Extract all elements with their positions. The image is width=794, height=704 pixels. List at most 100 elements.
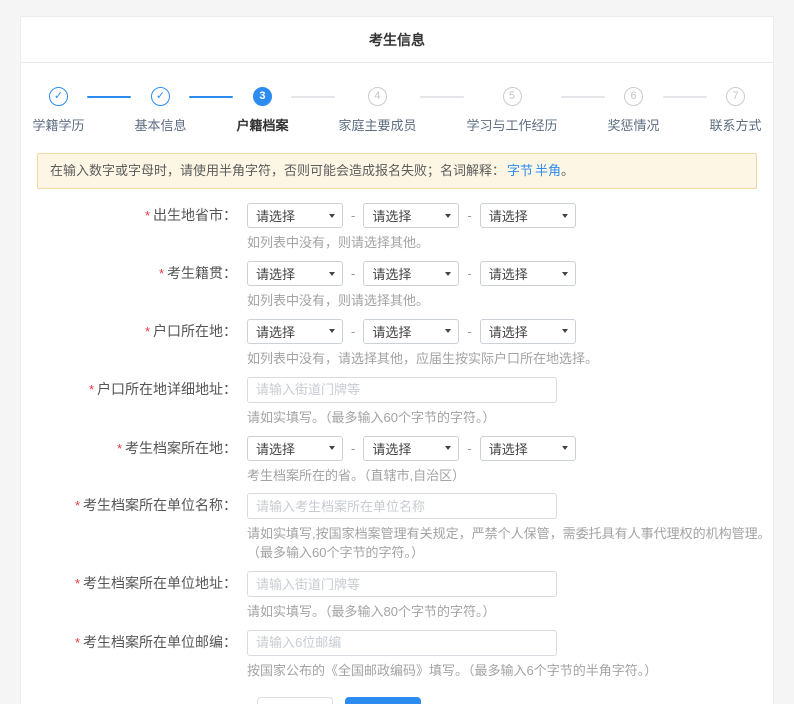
native-district-select[interactable]: 请选择 xyxy=(480,261,576,286)
field-label: 户口所在地： xyxy=(153,323,237,339)
step-label: 家庭主要成员 xyxy=(338,115,416,134)
step-number: 7 xyxy=(726,87,745,106)
field-help: 请如实填写。（最多输入80个字节的字符。） xyxy=(247,603,557,622)
step-number: 6 xyxy=(624,87,643,106)
field-help: 如列表中没有，请选择其他，应届生按实际户口所在地选择。 xyxy=(247,350,598,369)
step-number: 3 xyxy=(253,87,272,106)
form-row-household-location: *户口所在地： 请选择 - 请选择 - 请选择 如列表中没有，请选择其他，应届生… xyxy=(21,319,773,369)
check-icon: ✓ xyxy=(151,87,170,106)
field-label: 考生档案所在单位邮编： xyxy=(83,634,237,650)
chevron-down-icon xyxy=(329,214,335,218)
chevron-down-icon xyxy=(445,214,451,218)
step-student-status: ✓ 学籍学历 xyxy=(29,87,87,134)
chevron-down-icon xyxy=(562,446,568,450)
field-label: 考生籍贯： xyxy=(167,265,237,281)
select-separator: - xyxy=(467,266,471,281)
step-label: 联系方式 xyxy=(710,115,762,134)
required-marker: * xyxy=(117,441,122,456)
archive-province-select[interactable]: 请选择 xyxy=(247,436,343,461)
archive-unit-postcode-input[interactable] xyxy=(247,630,557,656)
select-separator: - xyxy=(351,441,355,456)
notice-period: 。 xyxy=(561,163,574,178)
household-city-select[interactable]: 请选择 xyxy=(363,319,459,344)
archive-unit-address-input[interactable] xyxy=(247,571,557,597)
step-family-members: 4 家庭主要成员 xyxy=(335,87,419,134)
field-label: 考生档案所在地： xyxy=(125,440,237,456)
chevron-down-icon xyxy=(445,329,451,333)
step-wizard: ✓ 学籍学历 ✓ 基本信息 3 户籍档案 4 家庭主要成员 5 学习与工作经历 … xyxy=(21,87,773,134)
household-archive-form: *出生地省市： 请选择 - 请选择 - 请选择 如列表中没有，则请选择其他。 *… xyxy=(21,203,773,704)
step-label: 学籍学历 xyxy=(32,115,84,134)
page-title: 考生信息 xyxy=(21,17,773,63)
field-label: 出生地省市： xyxy=(153,207,237,223)
step-contact-info: 7 联系方式 xyxy=(707,87,765,134)
examinee-info-panel: 考生信息 ✓ 学籍学历 ✓ 基本信息 3 户籍档案 4 家庭主要成员 5 学习与… xyxy=(20,16,774,704)
step-label: 奖惩情况 xyxy=(608,115,660,134)
field-help: 如列表中没有，则请选择其他。 xyxy=(247,234,576,253)
field-help: 请如实填写。（最多输入60个字节的字符。） xyxy=(247,409,557,428)
field-help: 请如实填写,按国家档案管理有关规定，严禁个人保管，需委托具有人事代理权的机构管理… xyxy=(247,525,773,563)
form-row-archive-unit-postcode: *考生档案所在单位邮编： 按国家公布的《全国邮政编码》填写。（最多输入6个字节的… xyxy=(21,630,773,681)
birthplace-province-select[interactable]: 请选择 xyxy=(247,203,343,228)
field-label: 考生档案所在单位地址： xyxy=(83,575,237,591)
field-label: 户口所在地详细地址： xyxy=(97,381,237,397)
form-actions: 上一步 下一步 xyxy=(257,697,773,704)
form-row-native-place: *考生籍贯： 请选择 - 请选择 - 请选择 如列表中没有，则请选择其他。 xyxy=(21,261,773,311)
field-label: 考生档案所在单位名称： xyxy=(83,497,237,513)
step-label: 学习与工作经历 xyxy=(467,115,558,134)
link-halfwidth[interactable]: 半角 xyxy=(535,163,561,178)
step-label: 基本信息 xyxy=(134,115,186,134)
step-number: 5 xyxy=(503,87,522,106)
select-separator: - xyxy=(351,324,355,339)
step-connector xyxy=(663,96,707,98)
notice-text: 在输入数字或字母时，请使用半角字符，否则可能会造成报名失败；名词解释： xyxy=(50,163,505,178)
chevron-down-icon xyxy=(562,272,568,276)
native-province-select[interactable]: 请选择 xyxy=(247,261,343,286)
native-city-select[interactable]: 请选择 xyxy=(363,261,459,286)
next-step-button[interactable]: 下一步 xyxy=(345,697,421,704)
select-separator: - xyxy=(351,266,355,281)
required-marker: * xyxy=(145,324,150,339)
archive-district-select[interactable]: 请选择 xyxy=(480,436,576,461)
field-help: 考生档案所在的省。（直辖市,自治区） xyxy=(247,467,576,486)
archive-city-select[interactable]: 请选择 xyxy=(363,436,459,461)
step-connector xyxy=(87,96,131,98)
form-row-archive-unit-address: *考生档案所在单位地址： 请如实填写。（最多输入80个字节的字符。） xyxy=(21,571,773,622)
halfwidth-notice-bar: 在输入数字或字母时，请使用半角字符，否则可能会造成报名失败；名词解释：字节半角。 xyxy=(37,153,757,189)
previous-step-button[interactable]: 上一步 xyxy=(257,697,333,704)
chevron-down-icon xyxy=(329,446,335,450)
field-help: 如列表中没有，则请选择其他。 xyxy=(247,292,576,311)
birthplace-district-select[interactable]: 请选择 xyxy=(480,203,576,228)
step-label: 户籍档案 xyxy=(236,115,288,134)
step-household-archive: 3 户籍档案 xyxy=(233,87,291,134)
chevron-down-icon xyxy=(445,446,451,450)
link-byte[interactable]: 字节 xyxy=(507,163,533,178)
select-separator: - xyxy=(351,208,355,223)
step-connector xyxy=(189,96,233,98)
step-connector xyxy=(561,96,605,98)
household-address-input[interactable] xyxy=(247,377,557,403)
chevron-down-icon xyxy=(562,214,568,218)
step-study-work: 5 学习与工作经历 xyxy=(464,87,561,134)
select-separator: - xyxy=(467,441,471,456)
chevron-down-icon xyxy=(329,329,335,333)
required-marker: * xyxy=(89,382,94,397)
archive-unit-name-input[interactable] xyxy=(247,493,557,519)
form-row-archive-location: *考生档案所在地： 请选择 - 请选择 - 请选择 考生档案所在的省。（直辖市,… xyxy=(21,436,773,486)
step-connector xyxy=(291,96,335,98)
form-row-birthplace: *出生地省市： 请选择 - 请选择 - 请选择 如列表中没有，则请选择其他。 xyxy=(21,203,773,253)
household-district-select[interactable]: 请选择 xyxy=(480,319,576,344)
household-province-select[interactable]: 请选择 xyxy=(247,319,343,344)
chevron-down-icon xyxy=(329,272,335,276)
form-row-household-address: *户口所在地详细地址： 请如实填写。（最多输入60个字节的字符。） xyxy=(21,377,773,428)
check-icon: ✓ xyxy=(49,87,68,106)
chevron-down-icon xyxy=(445,272,451,276)
birthplace-city-select[interactable]: 请选择 xyxy=(363,203,459,228)
select-separator: - xyxy=(467,208,471,223)
required-marker: * xyxy=(75,498,80,513)
form-row-archive-unit-name: *考生档案所在单位名称： 请如实填写,按国家档案管理有关规定，严禁个人保管，需委… xyxy=(21,493,773,563)
required-marker: * xyxy=(75,576,80,591)
step-number: 4 xyxy=(368,87,387,106)
required-marker: * xyxy=(159,266,164,281)
step-connector xyxy=(420,96,464,98)
